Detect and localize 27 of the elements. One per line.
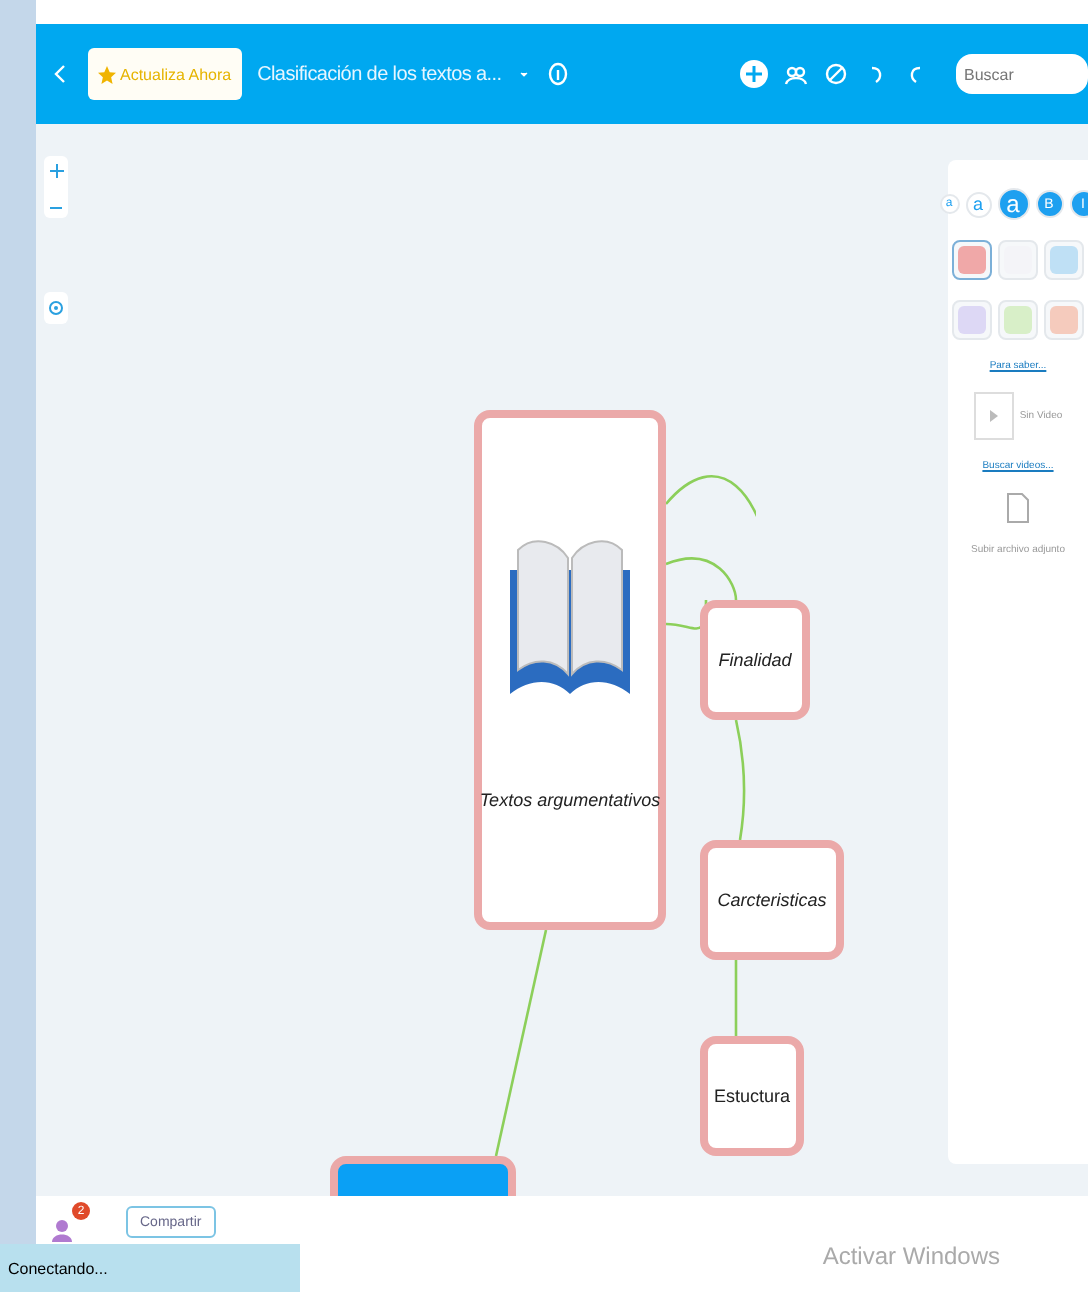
add-icon[interactable] (740, 60, 768, 88)
search-field[interactable]: Buscar (956, 54, 1088, 94)
topic-node[interactable]: Carcteristicas (700, 840, 844, 960)
block-icon[interactable] (824, 62, 848, 86)
zoom-in-icon[interactable] (49, 164, 63, 178)
connector-line (734, 719, 746, 841)
play-icon (973, 392, 1014, 440)
map-title[interactable]: Clasificación de los textos a... (257, 63, 502, 85)
star-icon (98, 65, 116, 83)
font-size-button[interactable]: a (965, 191, 991, 217)
node-label: Textos argumentativos (479, 790, 661, 810)
topic-node[interactable]: Estuctura (700, 1036, 804, 1156)
connector-line (734, 960, 738, 1036)
activation-watermark: Activar Windows (822, 1242, 1000, 1270)
shape-style-button[interactable] (952, 240, 992, 280)
node-label: Carcteristicas (717, 890, 827, 910)
status-bar: Conectando... (0, 1244, 300, 1292)
node-label: Estuctura (713, 1086, 791, 1106)
file-icon (1006, 492, 1030, 524)
people-icon[interactable] (784, 62, 808, 86)
node-label: Finalidad (718, 650, 792, 670)
central-topic-node[interactable]: Textos argumentativos (474, 410, 666, 930)
info-icon[interactable] (545, 62, 570, 86)
font-size-button[interactable]: a (997, 188, 1029, 220)
target-icon[interactable] (48, 300, 64, 316)
avatar-icon[interactable] (52, 1218, 72, 1242)
topic-node[interactable]: Finalidad (700, 600, 810, 720)
